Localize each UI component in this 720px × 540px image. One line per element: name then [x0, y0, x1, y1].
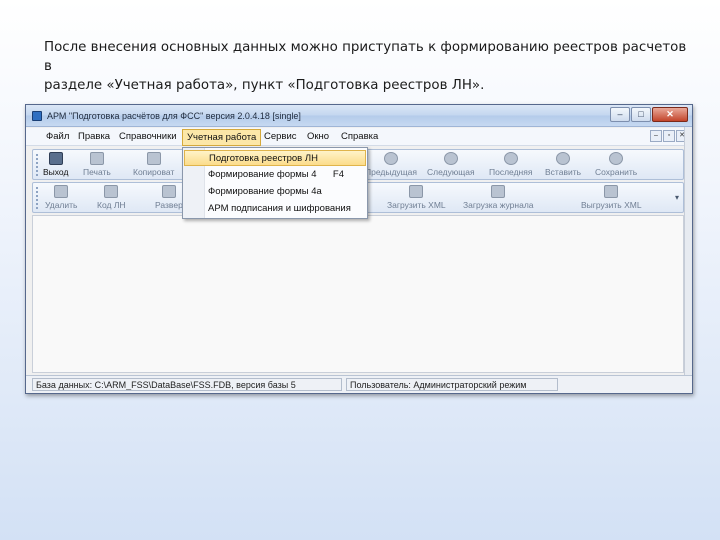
barcode-icon [104, 185, 119, 198]
menu-bar: Файл Правка Справочники Учетная работа С… [26, 128, 692, 146]
maximize-button[interactable]: □ [631, 107, 651, 122]
caption-line-1: После внесения основных данных можно при… [44, 40, 687, 74]
ln-code-button[interactable]: Код ЛН [97, 185, 126, 210]
menu-help[interactable]: Справка [341, 131, 378, 142]
exit-button[interactable]: Выход [43, 152, 68, 177]
next-icon [443, 152, 458, 165]
delete-icon [54, 185, 69, 198]
menu-references[interactable]: Справочники [119, 131, 177, 142]
menu-window[interactable]: Окно [307, 131, 329, 142]
insert-button[interactable]: Вставить [545, 152, 581, 177]
previous-button[interactable]: Предыдущая [365, 152, 417, 177]
minimize-button[interactable]: ‒ [610, 107, 630, 122]
window-controls: ‒ □ ✕ [610, 107, 688, 122]
load-xml-button[interactable]: Загрузить XML [387, 185, 446, 210]
menu-item-prepare-registries[interactable]: Подготовка реестров ЛН [184, 150, 366, 166]
copy-icon [146, 152, 161, 165]
chevron-down-icon[interactable]: ▾ [675, 193, 679, 202]
menu-item-form-4[interactable]: Формирование формы 4 F4 [184, 167, 366, 183]
load-journal-button[interactable]: Загрузка журнала [463, 185, 534, 210]
mdi-restore-button[interactable]: ▫ [663, 130, 675, 142]
menu-accounting-work[interactable]: Учетная работа [182, 129, 262, 146]
export-xml-button[interactable]: Выгрузить XML [581, 185, 642, 210]
status-bar: База данных: C:\ARM_FSS\DataBase\FSS.FDB… [26, 375, 692, 393]
title-bar[interactable]: АРМ "Подготовка расчётов для ФСС" версия… [26, 105, 692, 127]
app-icon [32, 111, 42, 121]
last-button[interactable]: Последняя [489, 152, 532, 177]
menu-file[interactable]: Файл [46, 131, 69, 142]
insert-icon [556, 152, 571, 165]
last-icon [503, 152, 518, 165]
accounting-work-dropdown: Подготовка реестров ЛН Формирование форм… [182, 147, 368, 219]
print-button[interactable]: Печать [83, 152, 111, 177]
next-button[interactable]: Следующая [427, 152, 475, 177]
menu-service[interactable]: Сервис [264, 131, 297, 142]
door-exit-icon [48, 152, 63, 165]
toolbar-grip[interactable] [36, 154, 39, 176]
expand-icon [161, 185, 176, 198]
window-title: АРМ "Подготовка расчётов для ФСС" версия… [47, 111, 301, 121]
slide-caption: После внесения основных данных можно при… [44, 38, 694, 95]
previous-icon [383, 152, 398, 165]
mdi-minimize-button[interactable]: ‒ [650, 130, 662, 142]
xml-load-icon [409, 185, 424, 198]
menu-edit[interactable]: Правка [78, 131, 110, 142]
expand-button[interactable]: Развер [155, 185, 183, 210]
copy-button[interactable]: Копироват [133, 152, 174, 177]
printer-icon [89, 152, 104, 165]
xml-export-icon [604, 185, 619, 198]
toolbar-grip[interactable] [36, 187, 39, 209]
close-button[interactable]: ✕ [652, 107, 688, 122]
delete-button[interactable]: Удалить [45, 185, 77, 210]
mdi-controls: ‒ ▫ ✕ [650, 130, 688, 142]
status-database: База данных: C:\ARM_FSS\DataBase\FSS.FDB… [32, 378, 342, 391]
caption-line-2: разделе «Учетная работа», пункт «Подгото… [44, 78, 485, 93]
menu-item-form-4a[interactable]: Формирование формы 4а [184, 184, 366, 200]
workspace-area[interactable] [32, 215, 684, 373]
save-icon [609, 152, 624, 165]
vertical-scrollbar[interactable] [684, 127, 692, 375]
save-button[interactable]: Сохранить [595, 152, 637, 177]
journal-load-icon [491, 185, 506, 198]
status-user: Пользователь: Администраторский режим [346, 378, 558, 391]
menu-item-sign-encrypt[interactable]: АРМ подписания и шифрования [184, 201, 366, 217]
